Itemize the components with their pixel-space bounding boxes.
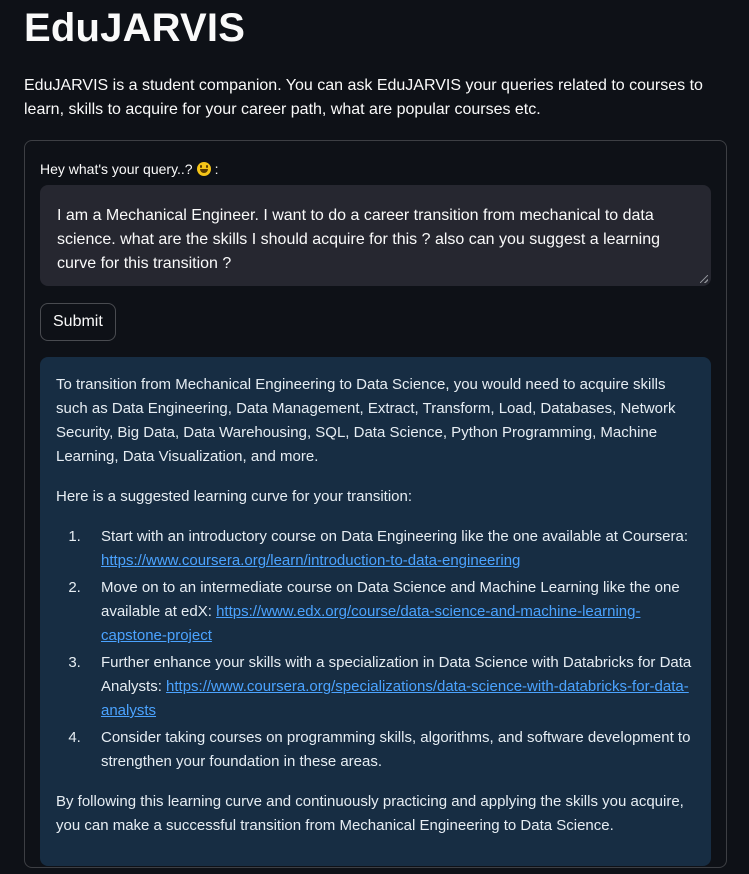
query-textarea-value: I am a Mechanical Engineer. I want to do… [57,207,660,272]
list-item: Consider taking courses on programming s… [85,726,693,774]
step-text: Start with an introductory course on Dat… [101,528,688,545]
page-title: EduJARVIS [24,6,246,50]
response-box: To transition from Mechanical Engineerin… [40,357,711,866]
list-item: Start with an introductory course on Dat… [85,525,693,573]
grinning-face-icon [196,162,211,176]
query-label-text: Hey what's your query..? [40,161,193,177]
resize-handle-icon[interactable] [700,275,708,283]
query-textarea[interactable]: I am a Mechanical Engineer. I want to do… [40,185,711,286]
response-lead-in: Here is a suggested learning curve for y… [56,488,413,505]
query-form: Hey what's your query..? : I am a Mechan… [24,140,727,868]
query-label: Hey what's your query..? : [40,159,711,179]
response-closing: By following this learning curve and con… [56,793,684,834]
list-item: Further enhance your skills with a speci… [85,651,693,723]
learning-steps-list: Start with an introductory course on Dat… [56,525,693,774]
app-description: EduJARVIS is a student companion. You ca… [24,77,703,118]
step-text: Consider taking courses on programming s… [101,729,691,770]
response-intro: To transition from Mechanical Engineerin… [56,376,676,465]
step-link[interactable]: https://www.coursera.org/learn/introduct… [101,552,520,569]
step-link[interactable]: https://www.coursera.org/specializations… [101,678,689,719]
list-item: Move on to an intermediate course on Dat… [85,576,693,648]
query-label-suffix: : [214,161,219,177]
submit-button[interactable]: Submit [40,303,116,341]
app-page: EduJARVIS EduJARVIS is a student compani… [0,0,749,874]
